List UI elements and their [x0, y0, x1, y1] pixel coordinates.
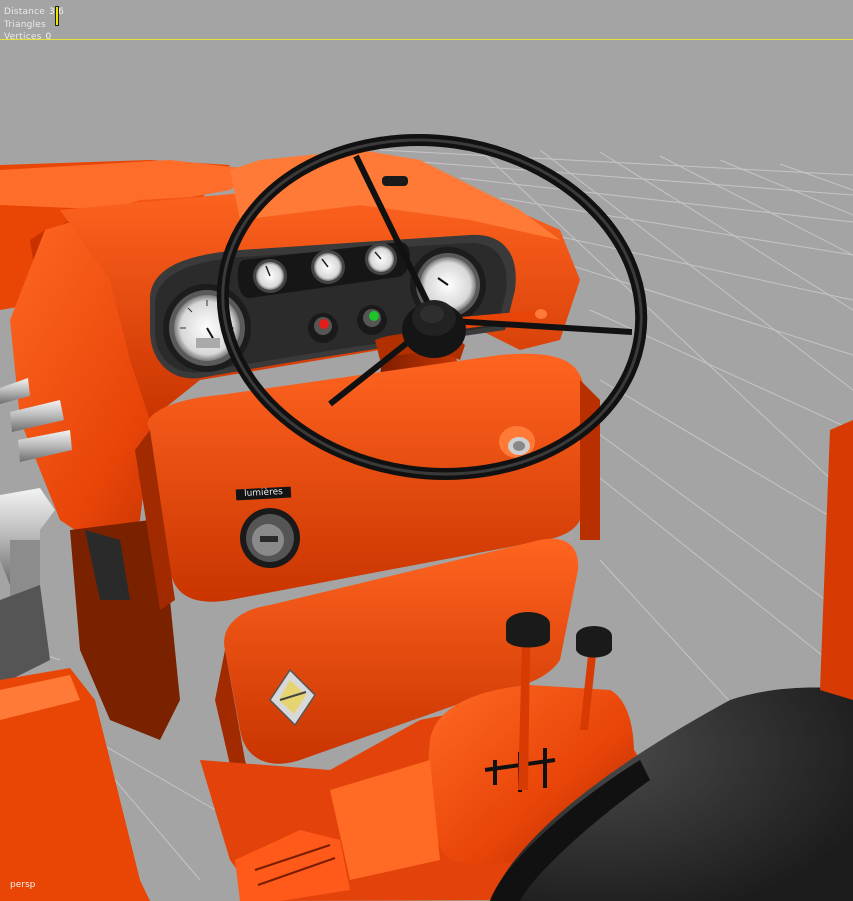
red-warning-light	[308, 313, 338, 343]
small-gauge-2	[311, 250, 345, 284]
hud-vertices-row: Vertices 0	[4, 31, 64, 44]
small-gauge-3	[365, 243, 397, 275]
camera-name-label: persp	[10, 880, 36, 890]
light-switch	[240, 508, 300, 568]
3d-viewport[interactable]: lumières	[0, 0, 853, 901]
hud-vertices-label: Vertices	[4, 32, 42, 42]
hud-vertices-value: 0	[45, 32, 52, 42]
green-warning-light	[357, 305, 387, 335]
viewport-hud: Distance 3.6 Triangles Vertices 0	[4, 6, 64, 44]
small-gauge-1	[253, 259, 287, 293]
hud-distance-label: Distance	[4, 7, 45, 17]
hud-slider-handle[interactable]	[55, 6, 59, 26]
horizon-line	[0, 39, 853, 40]
tractor-scene	[0, 134, 853, 901]
hud-triangles-label: Triangles	[4, 19, 46, 30]
